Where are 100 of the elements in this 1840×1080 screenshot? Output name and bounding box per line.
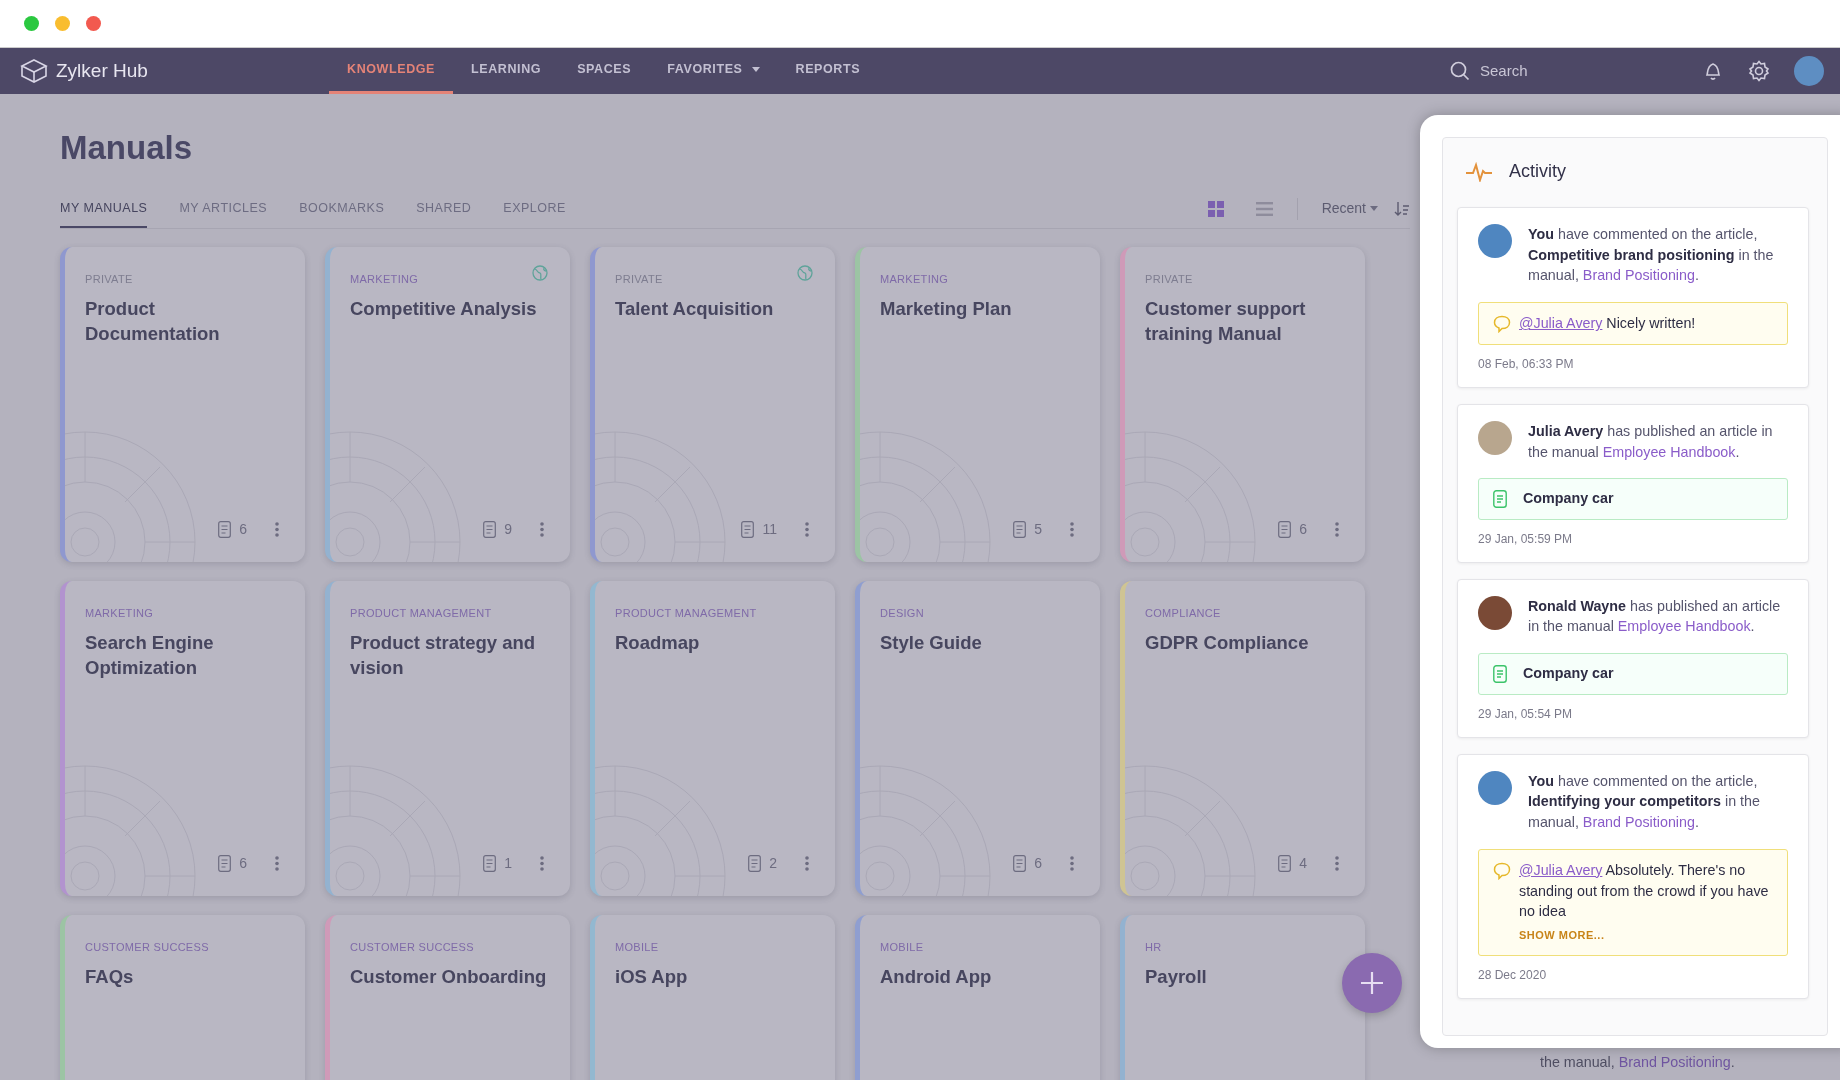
manual-card[interactable]: MARKETING Competitive Analysis 9 [325,246,570,562]
manual-link[interactable]: Employee Handbook [1602,443,1736,460]
article-box[interactable]: Company car [1478,653,1788,695]
category-label: PRIVATE [615,271,663,287]
page-count: 6 [1034,853,1042,873]
window-close-button[interactable] [86,16,101,31]
document-icon [748,854,762,872]
manual-card[interactable]: MOBILE iOS App [590,914,835,1080]
manual-card[interactable]: COMPLIANCE GDPR Compliance 4 [1120,580,1365,896]
manual-title: Payroll [1145,965,1208,990]
category-label: MOBILE [615,939,659,955]
search-field[interactable]: Search [1478,58,1678,84]
nav-tab[interactable]: LEARNING [453,48,560,94]
list-view-icon[interactable] [1255,201,1273,216]
more-options-icon[interactable] [1335,521,1339,537]
manual-title: Product Documentation [85,297,221,347]
grid-view-icon[interactable] [1207,200,1224,217]
manual-card[interactable]: HR Payroll [1120,914,1365,1080]
document-icon [483,520,497,538]
document-icon [741,520,755,538]
activity-text: Julia Avery has published an article in the manual Employee Handbook. [1528,421,1774,462]
manual-card[interactable]: DESIGN Style Guide 6 [855,580,1100,896]
panel-title: Activity [1509,160,1566,183]
mention-link[interactable]: @Julia Avery [1519,315,1603,332]
show-more-link[interactable]: SHOW MORE... [1519,927,1605,944]
app-name: Zylker Hub [56,58,148,83]
more-options-icon[interactable] [1070,521,1074,537]
nav-tab[interactable]: SPACES [559,48,650,94]
manual-card[interactable]: CUSTOMER SUCCESS Customer Onboarding [325,914,570,1080]
tab[interactable]: BOOKMARKS [299,198,385,228]
comment-text: @Julia Avery Nicely written! [1519,314,1696,334]
manual-card[interactable]: PRIVATE Customer support training Manual 6 [1120,246,1365,562]
more-options-icon[interactable] [1335,855,1339,871]
more-options-icon[interactable] [275,855,279,871]
category-label: CUSTOMER SUCCESS [350,939,474,955]
manual-title: Customer Onboarding [350,965,548,990]
manual-card[interactable]: PRODUCT MANAGEMENT Product strategy and vision 1 [325,580,570,896]
manual-card[interactable]: MARKETING Marketing Plan 5 [855,246,1100,562]
dropdown-tab[interactable]: FAVORITES [649,48,778,94]
tab[interactable]: EXPLORE [503,198,566,228]
page-title: Manuals [60,128,194,168]
manual-link[interactable]: Brand Positioning [1582,814,1695,831]
window-maximize-button[interactable] [24,16,39,31]
manual-card[interactable]: PRODUCT MANAGEMENT Roadmap 2 [590,580,835,896]
page-count: 1 [504,853,512,873]
more-options-icon[interactable] [275,521,279,537]
activity-text: Ronald Wayne has published an article in the manual Employee Handbook. [1528,596,1782,637]
manual-title: GDPR Compliance [1145,631,1310,656]
page-count: 9 [504,519,512,539]
document-icon [1278,520,1292,538]
nav-tab[interactable]: KNOWLEDGE [329,48,454,94]
more-options-icon[interactable] [1070,855,1074,871]
manual-card[interactable]: CUSTOMER SUCCESS FAQs [60,914,305,1080]
manual-card[interactable]: MARKETING Search Engine Optimization 6 [60,580,305,896]
tab[interactable]: MY MANUALS [60,198,148,228]
more-options-icon[interactable] [805,521,809,537]
timestamp: 08 Feb, 06:33 PM [1478,355,1575,373]
more-options-icon[interactable] [805,855,809,871]
manual-link[interactable]: Employee Handbook [1617,618,1751,635]
page-count: 4 [1299,853,1307,873]
article-box[interactable]: Company car [1478,478,1788,520]
manual-link[interactable]: Brand Positioning [1582,267,1695,284]
document-icon [1493,664,1507,683]
sort-dropdown[interactable]: Recent [1321,198,1378,220]
avatar-photo [1478,595,1512,630]
document-icon [218,520,232,538]
add-button[interactable] [1342,953,1402,1013]
category-label: MOBILE [880,939,924,955]
category-label: DESIGN [880,605,924,621]
document-icon [483,854,497,872]
manual-card[interactable]: MOBILE Android App [855,914,1100,1080]
document-icon [218,854,232,872]
manual-title: Search Engine Optimization [85,631,215,681]
nav-tab[interactable]: REPORTS [777,48,879,94]
more-options-icon[interactable] [540,521,544,537]
page-count: 6 [1299,519,1307,539]
category-label: MARKETING [880,271,949,287]
activity-text: You have commented on the article, Identifying your competitors in the manual, Brand Positioning. [1528,771,1761,833]
manual-card[interactable]: PRIVATE Product Documentation 6 [60,246,305,562]
manual-title: Roadmap [615,631,701,656]
mention-link[interactable]: @Julia Avery [1519,861,1603,878]
manual-card[interactable]: PRIVATE Talent Acquisition 11 [590,246,835,562]
category-label: CUSTOMER SUCCESS [85,939,209,955]
manual-link[interactable]: Brand Positioning [1618,1054,1731,1070]
plus-icon [1359,970,1385,996]
settings-icon[interactable] [1748,60,1770,82]
category-label: HR [1145,939,1162,955]
timestamp: 29 Jan, 05:54 PM [1478,705,1574,723]
page-count: 6 [239,853,247,873]
more-options-icon[interactable] [540,855,544,871]
tab[interactable]: SHARED [416,198,472,228]
sort-icon[interactable] [1394,200,1410,217]
avatar-photo [1478,224,1512,258]
tab[interactable]: MY ARTICLES [179,198,268,228]
document-icon [1493,490,1507,509]
user-avatar[interactable] [1794,56,1824,86]
avatar-photo [1478,770,1512,805]
window-minimize-button[interactable] [55,16,70,31]
avatar-photo [1478,420,1512,455]
speech-bubble-icon [1493,861,1511,880]
